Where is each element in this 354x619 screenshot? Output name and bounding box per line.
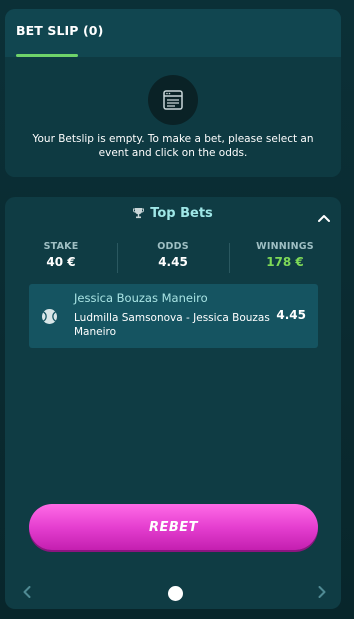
- top-bets-header[interactable]: Top Bets: [5, 197, 341, 233]
- winnings-stat: WINNINGS 178 €: [229, 241, 341, 275]
- betslip-header: BET SLIP (0): [5, 9, 341, 57]
- chevron-left-icon: [23, 583, 31, 602]
- tennis-ball-icon: [41, 308, 58, 325]
- odds-value: 4.45: [158, 255, 188, 269]
- stake-label: STAKE: [43, 241, 79, 252]
- betslip-panel: BET SLIP (0) Your Betslip is empty. To m…: [5, 9, 341, 177]
- chevron-right-icon: [318, 583, 326, 602]
- top-bets-title-row: Top Bets: [5, 206, 341, 223]
- rebet-button[interactable]: REBET: [29, 504, 318, 550]
- carousel-pager: [5, 582, 341, 604]
- stake-stat: STAKE 40 €: [5, 241, 117, 275]
- rebet-label: REBET: [148, 519, 199, 535]
- odds-stat: ODDS 4.45: [117, 241, 229, 275]
- betslip-tab[interactable]: BET SLIP (0): [16, 23, 103, 38]
- bet-selection[interactable]: Jessica Bouzas Maneiro Ludmilla Samsonov…: [29, 284, 318, 348]
- collapse-button[interactable]: [315, 207, 333, 225]
- betslip-empty-message: Your Betslip is empty. To make a bet, pl…: [32, 133, 314, 159]
- selection-odds: 4.45: [276, 308, 306, 322]
- selection-name: Jessica Bouzas Maneiro: [74, 291, 208, 305]
- browser-window-icon: [148, 75, 198, 125]
- next-button[interactable]: [315, 585, 329, 599]
- page: BET SLIP (0) Your Betslip is empty. To m…: [0, 0, 354, 619]
- odds-label: ODDS: [157, 241, 189, 252]
- stake-value: 40 €: [46, 255, 76, 269]
- winnings-label: WINNINGS: [256, 241, 314, 252]
- chevron-up-icon: [318, 207, 330, 226]
- trophy-icon: [133, 207, 145, 223]
- top-bets-title: Top Bets: [150, 206, 213, 221]
- bet-summary: STAKE 40 € ODDS 4.45 WINNINGS 178 €: [5, 241, 341, 275]
- top-bets-panel: Top Bets STAKE 40 € ODDS 4.45 WINNINGS 1…: [5, 197, 341, 609]
- page-indicator-dot[interactable]: [168, 586, 183, 601]
- winnings-value: 178 €: [266, 255, 304, 269]
- selection-event: Ludmilla Samsonova - Jessica Bouzas Mane…: [74, 312, 270, 338]
- previous-button[interactable]: [20, 585, 34, 599]
